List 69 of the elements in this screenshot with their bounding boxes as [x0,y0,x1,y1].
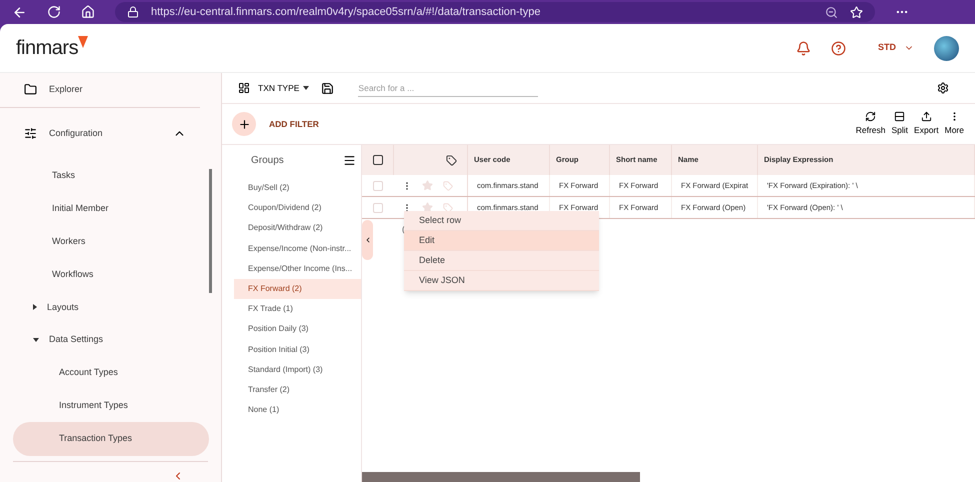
sidebar-item[interactable]: Account Types [59,366,118,380]
caret-down-icon[interactable] [33,338,39,342]
layout-dropdown[interactable]: TXN TYPE [258,82,310,94]
toolbar-action[interactable]: Export [911,111,942,137]
scrollbar[interactable] [209,169,212,293]
row-checkbox[interactable] [373,180,383,190]
group-item[interactable]: Coupon/Dividend (2) [234,198,361,218]
group-item[interactable]: Transfer (2) [234,380,361,400]
star-icon[interactable] [422,180,433,191]
group-item[interactable]: Deposit/Withdraw (2) [234,218,361,239]
group-item[interactable]: Standard (Import) (3) [234,360,361,380]
toolbar-action[interactable]: Split [888,111,912,137]
sidebar-item[interactable]: Tasks [52,169,76,183]
star-icon[interactable] [422,202,433,213]
sliders-icon [24,127,37,140]
split-icon [894,111,906,122]
sidebar-item[interactable]: Instrument Types [59,398,128,412]
layout-icon [238,82,250,94]
group-item[interactable]: Position Initial (3) [234,340,361,360]
toolbar-action[interactable]: More [942,111,967,137]
folder-icon [24,83,37,96]
group-item[interactable]: None (1) [234,400,361,420]
groups-title: Groups [251,154,285,168]
select-all-checkbox[interactable] [372,155,382,165]
tag-icon[interactable] [446,154,457,166]
sidebar-item[interactable]: Workers [52,235,86,248]
settings-icon[interactable] [937,82,949,94]
home-icon[interactable] [81,5,95,19]
add-filter-icon[interactable] [232,112,256,136]
zoom-out-icon[interactable] [825,6,838,18]
sidebar-item[interactable]: Data Settings [49,333,104,347]
caret-right-icon[interactable] [33,304,37,310]
context-menu-item[interactable]: Delete [404,251,599,271]
sidebar-item[interactable]: Explorer [49,83,83,97]
collapse-groups-handle[interactable] [362,220,373,260]
group-item[interactable]: FX Trade (1) [234,299,361,320]
context-menu-item[interactable]: View JSON [404,271,599,291]
scrollbar[interactable] [362,472,640,482]
logo: finmars [16,36,78,61]
notifications-icon[interactable] [796,40,811,56]
sidebar-item[interactable]: Layouts [47,300,79,314]
toolbar-action[interactable]: Refresh [852,111,888,137]
add-filter-button[interactable]: ADD FILTER [269,118,319,130]
group-item[interactable]: Expense/Income (Non-instr... [234,238,361,259]
save-icon[interactable] [321,82,334,94]
group-item[interactable]: Buy/Sell (2) [234,178,361,198]
sidebar-item[interactable]: Workflows [52,268,94,282]
row-checkbox[interactable] [373,202,383,212]
logo-mark-icon [78,36,88,48]
sidebar-item[interactable]: Transaction Types [13,422,209,456]
group-item[interactable]: Expense/Other Income (Ins... [234,258,361,279]
account-dropdown[interactable]: STD [878,41,914,55]
reload-icon[interactable] [47,5,61,19]
group-item[interactable]: Position Daily (3) [234,319,361,340]
caret-down-icon [303,86,310,90]
address-bar[interactable]: https://eu-central.finmars.com/realm0v4ry/space05srn/a/#!/data/transaction-type [115,2,875,22]
back-icon[interactable] [12,4,27,20]
sidebar-item[interactable]: Initial Member [52,202,109,216]
avatar[interactable] [934,36,959,60]
sidebar-item[interactable]: Configuration [49,127,161,141]
url-text: https://eu-central.finmars.com/realm0v4ry/space05srn/a/#!/data/transaction-type [151,4,542,20]
group-item[interactable]: FX Forward (2) [234,278,361,300]
lock-icon [127,6,139,18]
refresh-icon [865,111,876,122]
context-menu-item[interactable]: Edit [404,231,599,251]
help-icon[interactable] [831,40,846,56]
export-icon [920,111,932,122]
menu-icon[interactable] [343,154,356,167]
search-field[interactable]: Search for a ... [358,79,538,97]
